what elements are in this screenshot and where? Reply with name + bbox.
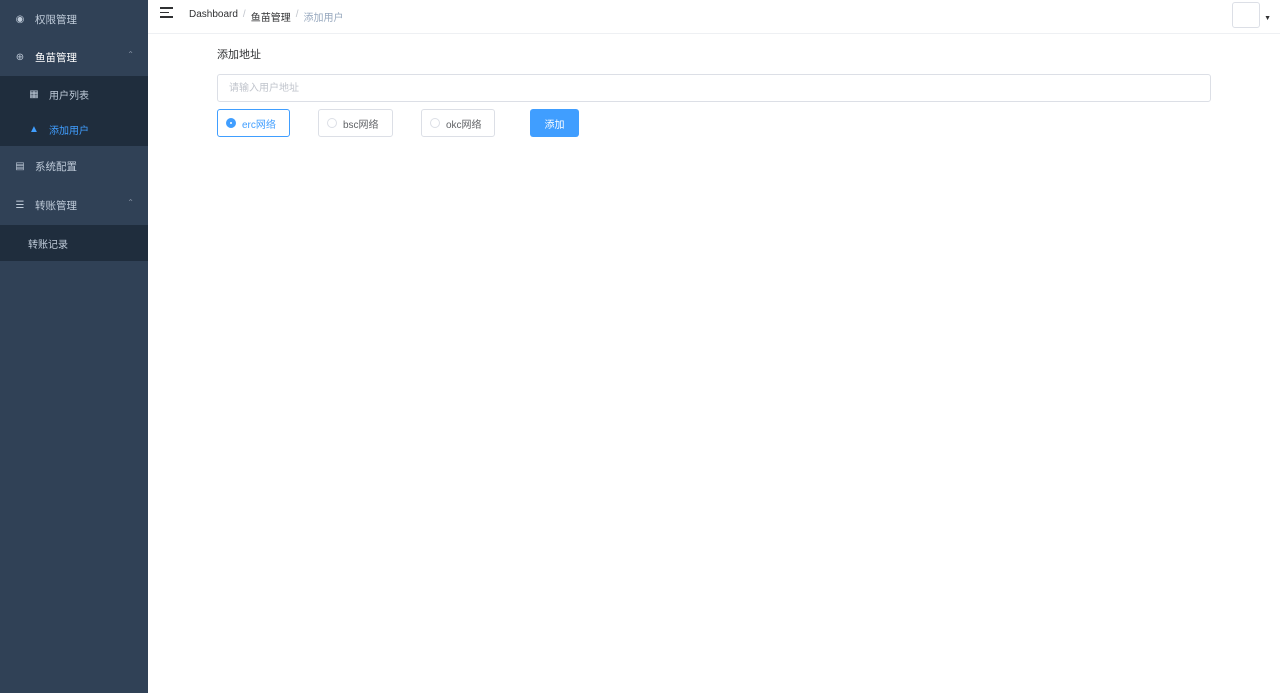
main-content: 添加地址 erc网络 bsc网络 okc网络 添加	[148, 34, 1280, 693]
dashboard-icon: ◉	[15, 13, 25, 25]
plus-circle-icon: ⊕	[15, 51, 25, 63]
table-icon: ▦	[29, 88, 39, 100]
radio-checked-icon	[226, 118, 236, 128]
sidebar-item-add-user[interactable]: ▲ 添加用户	[0, 111, 148, 147]
sidebar-item-system-config[interactable]: ▤ 系统配置	[0, 147, 148, 185]
breadcrumb-separator: /	[242, 9, 246, 20]
sidebar-item-label: 用户列表	[49, 90, 89, 102]
breadcrumb-current: 添加用户	[303, 13, 344, 24]
hamburger-icon[interactable]	[160, 7, 173, 20]
add-button[interactable]: 添加	[530, 109, 579, 137]
breadcrumb-separator: /	[295, 9, 299, 20]
tree-icon: ▲	[29, 123, 39, 135]
radio-label: okc网络	[446, 119, 482, 131]
sidebar-item-label: 添加用户	[49, 125, 89, 137]
avatar[interactable]	[1232, 2, 1260, 28]
sidebar-item-label: 转账记录	[28, 239, 68, 251]
sidebar-item-fish[interactable]: ⊕ 鱼苗管理 ⌃	[0, 38, 148, 76]
sidebar-item-user-list[interactable]: ▦ 用户列表	[0, 76, 148, 112]
chevron-up-icon: ⌃	[127, 50, 134, 59]
chevron-up-icon: ⌃	[127, 198, 134, 207]
breadcrumb-fish: 鱼苗管理	[250, 13, 291, 24]
radio-okc[interactable]: okc网络	[421, 109, 495, 137]
config-icon: ▤	[15, 160, 25, 172]
sidebar-item-label: 转账管理	[35, 199, 77, 212]
breadcrumb-dashboard[interactable]: Dashboard	[189, 9, 238, 24]
radio-label: erc网络	[242, 119, 276, 131]
radio-unchecked-icon	[430, 118, 440, 128]
sidebar-item-permission[interactable]: ◉ 权限管理	[0, 0, 148, 38]
sidebar-item-transfer[interactable]: ☰ 转账管理 ⌃	[0, 186, 148, 224]
sidebar-item-label: 权限管理	[35, 13, 77, 26]
navbar: Dashboard / 鱼苗管理 / 添加用户 ▼	[148, 0, 1280, 34]
radio-erc[interactable]: erc网络	[217, 109, 290, 137]
list-icon: ☰	[15, 199, 25, 211]
sidebar-item-label: 系统配置	[35, 160, 77, 173]
radio-label: bsc网络	[343, 119, 379, 131]
sidebar: ◉ 权限管理 ⊕ 鱼苗管理 ⌃ ▦ 用户列表 ▲ 添加用户 ▤ 系统配置 ☰ 转…	[0, 0, 148, 693]
address-input[interactable]	[217, 74, 1211, 102]
sidebar-item-label: 鱼苗管理	[35, 51, 77, 64]
breadcrumb: Dashboard / 鱼苗管理 / 添加用户	[189, 9, 343, 24]
sidebar-item-transfer-record[interactable]: 转账记录	[0, 225, 148, 261]
radio-unchecked-icon	[327, 118, 337, 128]
form-title: 添加地址	[217, 49, 261, 61]
radio-bsc[interactable]: bsc网络	[318, 109, 393, 137]
caret-down-icon[interactable]: ▼	[1264, 15, 1271, 22]
